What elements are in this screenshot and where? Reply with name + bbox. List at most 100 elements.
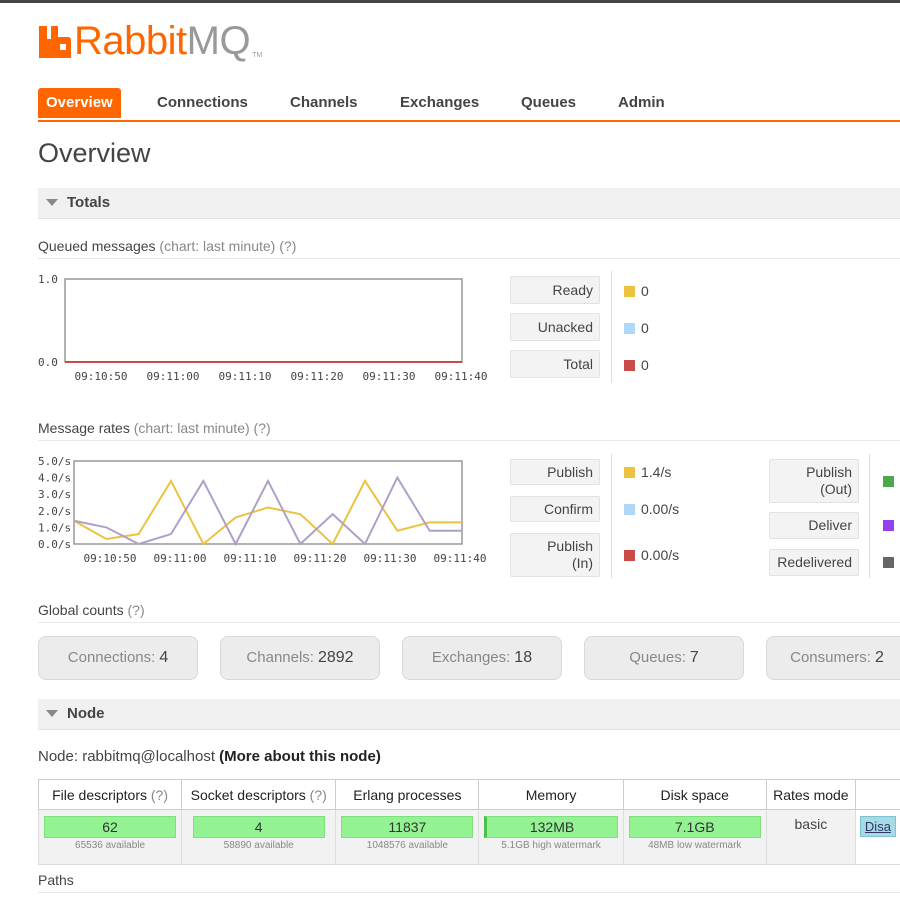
channels-count-button[interactable]: Channels: 2892 <box>220 636 380 680</box>
count-label: Consumers: <box>790 649 871 666</box>
tab-overview[interactable]: Overview <box>38 88 121 118</box>
swatch-unacked <box>624 323 635 334</box>
node-section-header[interactable]: Node <box>38 699 900 730</box>
x-tick-label: 09:11:40 <box>435 370 488 383</box>
x-tick-label: 09:11:00 <box>154 552 207 565</box>
rabbitmq-logo: RabbitMQ TM <box>38 18 262 64</box>
count-label: Exchanges: <box>431 649 511 666</box>
queues-count-button[interactable]: Queues: 7 <box>584 636 744 680</box>
queued-messages-chart: 1.0 0.0 09:10:50 09:11:00 09:11:10 09:11:20 09… <box>38 273 488 383</box>
confirm-value: 0.00/s <box>641 501 680 517</box>
logo-text-rabbit: Rabbit <box>74 19 187 63</box>
x-tick-label: 09:11:10 <box>224 552 277 565</box>
x-tick-label: 09:11:20 <box>294 552 347 565</box>
legend-redelivered: Redelivered <box>769 549 859 576</box>
legend-ready: Ready <box>510 276 600 304</box>
node-stats-table: File descriptors (?) Socket descriptors … <box>37 779 900 865</box>
total-value: 0 <box>641 357 649 373</box>
x-tick-label: 09:11:30 <box>363 370 416 383</box>
ready-value: 0 <box>641 283 649 299</box>
publish-value: 1.4/s <box>641 464 672 480</box>
y-tick-label: 0.0 <box>38 356 58 369</box>
tab-queues[interactable]: Queues <box>521 88 576 118</box>
disable-cell: Disa <box>854 809 900 865</box>
help-link[interactable]: (?) <box>279 238 296 254</box>
x-tick-label: 09:11:40 <box>434 552 487 565</box>
publish-in-value: 0.00/s <box>641 547 680 563</box>
y-tick-label: 3.0/s <box>38 488 71 501</box>
plot-area <box>64 278 463 363</box>
legend-publish-in: Publish (In) <box>510 533 600 577</box>
plot-area <box>73 460 463 545</box>
legend-value-unacked: 0 <box>624 320 649 336</box>
legend-value-publish: 1.4/s <box>624 464 671 480</box>
global-counts-title: Global counts <box>38 602 124 618</box>
count-value: 2892 <box>317 649 354 666</box>
memory-watermark: 5.1GB high watermark <box>501 840 601 851</box>
tab-channels[interactable]: Channels <box>290 88 358 118</box>
help-link[interactable]: (?) <box>310 787 327 803</box>
count-label: Channels: <box>246 649 314 666</box>
count-value: 2 <box>874 649 884 666</box>
disk-space-watermark: 48MB low watermark <box>648 840 742 851</box>
socket-descriptors-cell: 4 58890 available <box>181 809 337 865</box>
col-label: File descriptors <box>52 786 147 803</box>
memory-cell: 132MB 5.1GB high watermark <box>478 809 624 865</box>
legend-value-total: 0 <box>624 357 649 373</box>
col-socket-descriptors: Socket descriptors (?) <box>181 779 337 810</box>
connections-count-button[interactable]: Connections: 4 <box>38 636 198 680</box>
swatch-confirm <box>624 504 635 515</box>
swatch-total <box>624 360 635 371</box>
x-tick-label: 09:10:50 <box>84 552 137 565</box>
y-tick-label: 2.0/s <box>38 505 71 518</box>
trademark: TM <box>252 52 263 59</box>
chart-range-link[interactable]: (chart: last minute) <box>134 420 250 436</box>
x-tick-label: 09:11:30 <box>364 552 417 565</box>
disk-space-cell: 7.1GB 48MB low watermark <box>622 809 767 865</box>
table-row: 62 65536 available 4 58890 available 11837… <box>37 809 900 865</box>
erlang-processes-bar: 11837 <box>341 816 474 838</box>
col-disk-space: Disk space <box>622 779 767 810</box>
collapse-triangle-icon <box>46 710 58 717</box>
legend-unacked: Unacked <box>510 313 600 341</box>
chart-range-link[interactable]: (chart: last minute) <box>159 238 275 254</box>
legend-divider <box>611 271 612 383</box>
swatch-publish-in <box>624 550 635 561</box>
count-label: Queues: <box>629 649 686 666</box>
legend-confirm: Confirm <box>510 496 600 522</box>
disable-stats-button[interactable]: Disa <box>859 816 896 837</box>
swatch-publish-out <box>883 476 894 487</box>
erlang-processes-available: 1048576 available <box>366 840 448 851</box>
global-counts-heading: Global counts (?) <box>38 602 900 623</box>
y-tick-label: 4.0/s <box>38 472 71 485</box>
totals-section-header[interactable]: Totals <box>38 188 900 219</box>
tab-connections[interactable]: Connections <box>157 88 248 118</box>
legend-value-ready: 0 <box>624 283 649 299</box>
legend-divider <box>611 454 612 578</box>
message-rates-heading: Message rates (chart: last minute) (?) <box>38 420 900 441</box>
exchanges-count-button[interactable]: Exchanges: 18 <box>402 636 562 680</box>
node-name: Node: rabbitmq@localhost <box>38 748 215 765</box>
count-value: 18 <box>514 649 533 666</box>
queued-messages-heading: Queued messages (chart: last minute) (?) <box>38 238 900 259</box>
help-link[interactable]: (?) <box>128 602 145 618</box>
x-tick-label: 09:11:20 <box>291 370 344 383</box>
y-tick-label: 1.0 <box>38 273 58 286</box>
help-link[interactable]: (?) <box>254 420 271 436</box>
table-header-row: File descriptors (?) Socket descriptors … <box>37 779 900 810</box>
tab-exchanges[interactable]: Exchanges <box>400 88 479 118</box>
more-about-node-link[interactable]: (More about this node) <box>219 748 381 765</box>
help-link[interactable]: (?) <box>151 787 168 803</box>
swatch-ready <box>624 286 635 297</box>
logo-text: RabbitMQ <box>74 18 251 64</box>
consumers-count-button[interactable]: Consumers: 2 <box>766 636 900 680</box>
tab-admin[interactable]: Admin <box>618 88 665 118</box>
queued-messages-title: Queued messages <box>38 238 156 254</box>
col-memory: Memory <box>478 779 624 810</box>
rabbit-logo-icon <box>39 26 71 58</box>
y-tick-label: 0.0/s <box>38 538 71 551</box>
message-rates-chart: 5.0/s 4.0/s 3.0/s 2.0/s 1.0/s 0.0/s 09:10:50 09… <box>38 455 487 565</box>
legend-value-publish-in: 0.00/s <box>624 547 679 563</box>
file-descriptors-bar: 62 <box>44 816 177 838</box>
legend-publish-out: Publish (Out) <box>769 459 859 503</box>
